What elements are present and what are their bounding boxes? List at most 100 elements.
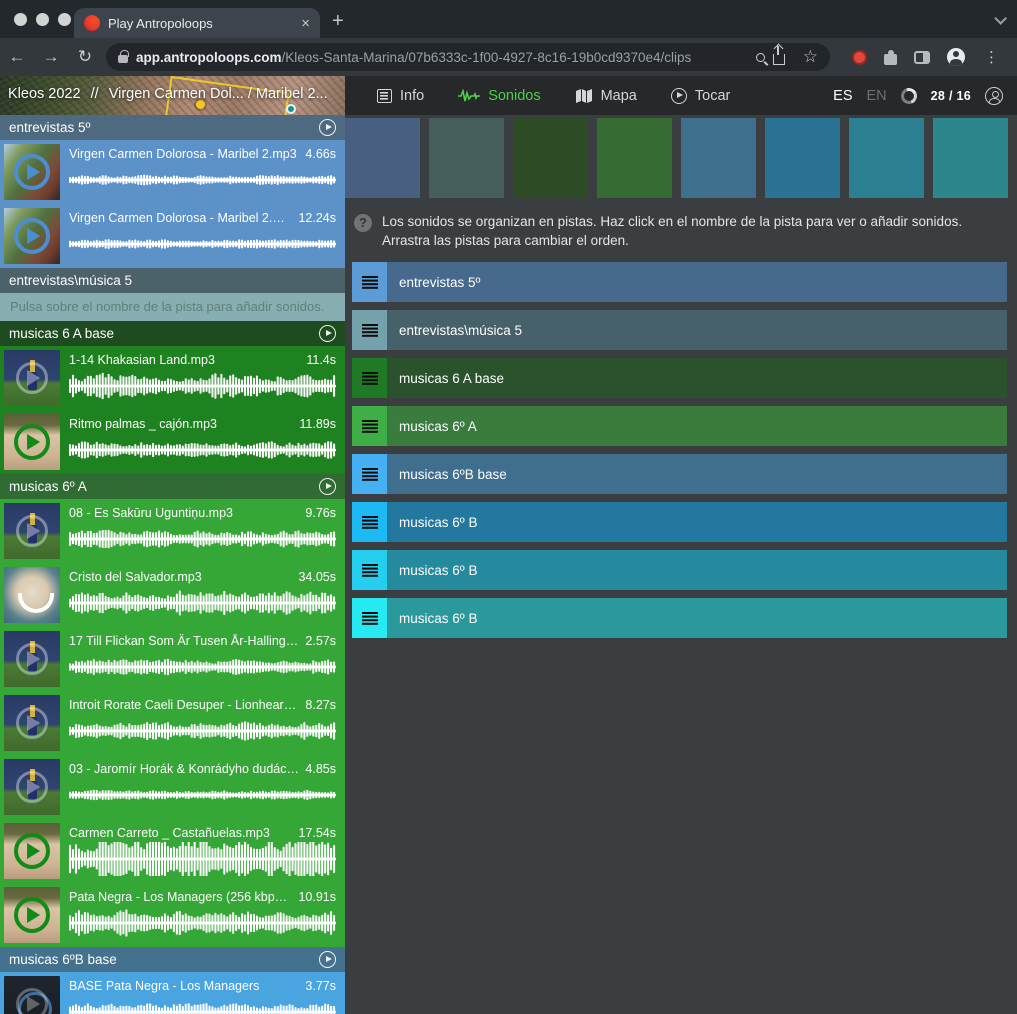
track-drag-handle[interactable] bbox=[352, 598, 387, 638]
track-section-header[interactable]: musicas 6ºB base bbox=[0, 947, 345, 972]
clip-name[interactable]: 08 - Es Sakūru Uguntiņu.mp3 bbox=[69, 506, 299, 520]
lang-es-button[interactable]: ES bbox=[833, 88, 852, 104]
side-panel-icon[interactable] bbox=[914, 51, 930, 64]
track-play-icon[interactable] bbox=[319, 951, 336, 968]
track-section-header[interactable]: musicas 6º A bbox=[0, 474, 345, 499]
clip-waveform[interactable] bbox=[69, 778, 336, 812]
browser-tab[interactable]: Play Antropoloops × bbox=[74, 8, 320, 38]
track-row-body[interactable]: entrevistas\música 5 bbox=[387, 310, 1007, 350]
track-drag-handle[interactable] bbox=[352, 454, 387, 494]
clip-item[interactable]: Carmen Carreto _ Castañuelas.mp317.54s bbox=[0, 819, 345, 883]
clip-name[interactable]: 1-14 Khakasian Land.mp3 bbox=[69, 353, 300, 367]
clip-tile[interactable] bbox=[429, 118, 504, 198]
clip-name[interactable]: Virgen Carmen Dolorosa - Maribel 2.mp3 bbox=[69, 211, 292, 225]
clip-waveform[interactable] bbox=[69, 227, 336, 261]
clip-thumbnail[interactable] bbox=[4, 350, 60, 406]
clip-waveform[interactable] bbox=[69, 650, 336, 684]
track-row[interactable]: entrevistas\música 5 bbox=[352, 310, 1007, 350]
clip-tile[interactable] bbox=[513, 118, 588, 198]
clip-name[interactable]: Pata Negra - Los Managers (256 kbps).mp3 bbox=[69, 890, 292, 904]
clip-waveform[interactable] bbox=[69, 433, 336, 467]
tab-close-icon[interactable]: × bbox=[301, 16, 310, 31]
track-row-label[interactable]: musicas 6º B bbox=[399, 611, 477, 626]
clip-thumbnail[interactable] bbox=[4, 567, 60, 623]
track-section-name[interactable]: musicas 6 A base bbox=[9, 326, 319, 341]
clip-waveform[interactable] bbox=[69, 842, 336, 876]
clip-thumbnail[interactable] bbox=[4, 976, 60, 1014]
track-row-label[interactable]: musicas 6ºB base bbox=[399, 467, 507, 482]
clip-tile[interactable] bbox=[681, 118, 756, 198]
track-row[interactable]: musicas 6ºB base bbox=[352, 454, 1007, 494]
track-row-body[interactable]: musicas 6º B bbox=[387, 550, 1007, 590]
clip-tile[interactable] bbox=[345, 118, 420, 198]
address-bar[interactable]: app.antropoloops.com/Kleos-Santa-Marina/… bbox=[106, 43, 830, 71]
track-row[interactable]: musicas 6º B bbox=[352, 502, 1007, 542]
track-section-name[interactable]: musicas 6º A bbox=[9, 479, 319, 494]
lang-en-button[interactable]: EN bbox=[867, 88, 887, 104]
clip-item[interactable]: Virgen Carmen Dolorosa - Maribel 2.mp312… bbox=[0, 204, 345, 268]
track-row-body[interactable]: musicas 6º A bbox=[387, 406, 1007, 446]
zoom-icon[interactable] bbox=[756, 53, 765, 62]
track-drag-handle[interactable] bbox=[352, 262, 387, 302]
clip-waveform[interactable] bbox=[69, 522, 336, 556]
track-row-body[interactable]: entrevistas 5º bbox=[387, 262, 1007, 302]
track-row[interactable]: musicas 6º A bbox=[352, 406, 1007, 446]
forward-button[interactable]: → bbox=[34, 47, 68, 67]
window-controls[interactable] bbox=[14, 13, 71, 26]
clip-thumbnail[interactable] bbox=[4, 208, 60, 264]
map-thumbnail-banner[interactable]: Kleos 2022 // Virgen Carmen Dol... / Mar… bbox=[0, 76, 345, 115]
clip-item[interactable]: Ritmo palmas _ cajón.mp311.89s bbox=[0, 410, 345, 474]
clip-name[interactable]: BASE Pata Negra - Los Managers bbox=[69, 979, 299, 993]
profile-avatar[interactable] bbox=[947, 48, 965, 66]
clip-waveform[interactable] bbox=[69, 995, 336, 1014]
tab-info[interactable]: Info bbox=[363, 76, 438, 115]
window-close-icon[interactable] bbox=[14, 13, 27, 26]
clip-name[interactable]: Carmen Carreto _ Castañuelas.mp3 bbox=[69, 826, 292, 840]
clip-thumbnail[interactable] bbox=[4, 631, 60, 687]
track-drag-handle[interactable] bbox=[352, 310, 387, 350]
extensions-puzzle-icon[interactable] bbox=[884, 54, 897, 65]
tab-mapa[interactable]: Mapa bbox=[561, 76, 651, 115]
clip-waveform[interactable] bbox=[69, 369, 336, 403]
clip-item[interactable]: 17 Till Flickan Som Är Tusen År-Halling … bbox=[0, 627, 345, 691]
track-section-name[interactable]: entrevistas 5º bbox=[9, 120, 319, 135]
clip-tile[interactable] bbox=[933, 118, 1008, 198]
reload-button[interactable]: ↻ bbox=[68, 47, 102, 67]
clip-thumbnail[interactable] bbox=[4, 144, 60, 200]
clip-waveform[interactable] bbox=[69, 163, 336, 197]
clip-tile[interactable] bbox=[765, 118, 840, 198]
track-row-label[interactable]: musicas 6º B bbox=[399, 515, 477, 530]
clip-item[interactable]: 03 - Jaromír Horák & Konrádyho dudácká .… bbox=[0, 755, 345, 819]
clip-thumbnail[interactable] bbox=[4, 695, 60, 751]
track-row-label[interactable]: entrevistas 5º bbox=[399, 275, 480, 290]
clip-thumbnail[interactable] bbox=[4, 823, 60, 879]
track-drag-handle[interactable] bbox=[352, 502, 387, 542]
window-maximize-icon[interactable] bbox=[58, 13, 71, 26]
clip-name[interactable]: 03 - Jaromír Horák & Konrádyho dudácká .… bbox=[69, 762, 299, 776]
clip-tile[interactable] bbox=[597, 118, 672, 198]
browser-menu-icon[interactable]: ⋮ bbox=[984, 48, 999, 66]
bookmark-star-icon[interactable]: ☆ bbox=[803, 47, 818, 67]
clip-tile[interactable] bbox=[849, 118, 924, 198]
clip-item[interactable]: BASE Pata Negra - Los Managers3.77s bbox=[0, 972, 345, 1014]
tab-sonidos[interactable]: Sonidos bbox=[444, 76, 554, 115]
track-section-name[interactable]: musicas 6ºB base bbox=[9, 952, 319, 967]
track-row[interactable]: musicas 6º B bbox=[352, 550, 1007, 590]
clip-waveform[interactable] bbox=[69, 906, 336, 940]
clip-name[interactable]: Ritmo palmas _ cajón.mp3 bbox=[69, 417, 293, 431]
lock-icon[interactable] bbox=[118, 55, 128, 63]
track-row-label[interactable]: musicas 6 A base bbox=[399, 371, 504, 386]
track-row[interactable]: entrevistas 5º bbox=[352, 262, 1007, 302]
window-minimize-icon[interactable] bbox=[36, 13, 49, 26]
breadcrumb[interactable]: Kleos 2022 // Virgen Carmen Dol... / Mar… bbox=[8, 86, 328, 102]
tab-search-chevron-icon[interactable] bbox=[994, 12, 1007, 25]
track-play-icon[interactable] bbox=[319, 325, 336, 342]
track-play-icon[interactable] bbox=[319, 119, 336, 136]
track-row-body[interactable]: musicas 6º B bbox=[387, 598, 1007, 638]
track-row-body[interactable]: musicas 6 A base bbox=[387, 358, 1007, 398]
tab-tocar[interactable]: Tocar bbox=[657, 76, 744, 115]
clip-waveform[interactable] bbox=[69, 714, 336, 748]
clip-item[interactable]: Cristo del Salvador.mp334.05s bbox=[0, 563, 345, 627]
clip-name[interactable]: Virgen Carmen Dolorosa - Maribel 2.mp3 bbox=[69, 147, 299, 161]
track-section-name[interactable]: entrevistas\música 5 bbox=[9, 273, 336, 288]
